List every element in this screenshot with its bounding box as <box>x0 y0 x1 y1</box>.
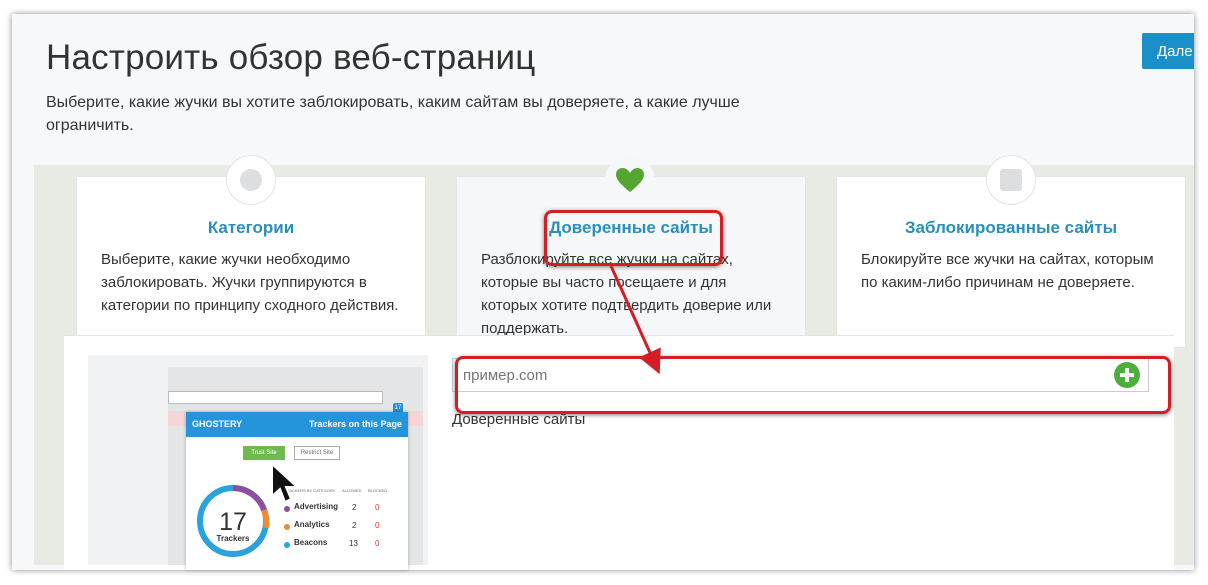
annotation-arrow-icon <box>609 265 661 375</box>
